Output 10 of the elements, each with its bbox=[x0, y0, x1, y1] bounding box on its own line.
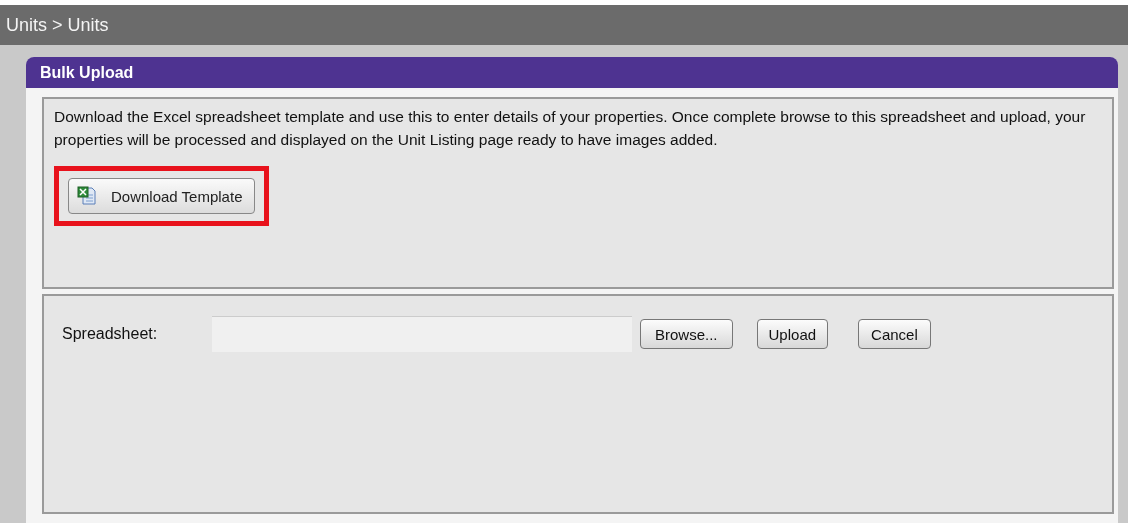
description-text: Download the Excel spreadsheet template and use this to enter details of your properties. Once complete browse to this spreadsheet and upload, your properties will be processed and displayed on the Unit Listing page ready to have images added. bbox=[54, 107, 1087, 150]
spreadsheet-icon bbox=[77, 186, 97, 206]
panel-title: Bulk Upload bbox=[40, 63, 134, 82]
form-button[interactable]: Upload bbox=[756, 319, 829, 349]
form-button[interactable]: Cancel bbox=[858, 319, 931, 349]
form-button[interactable]: Browse... bbox=[640, 319, 733, 349]
spreadsheet-field[interactable] bbox=[212, 316, 632, 352]
spreadsheet-label: Spreadsheet: bbox=[62, 325, 159, 343]
download-template-button[interactable]: Download Template bbox=[68, 178, 256, 214]
breadcrumb: Units > Units bbox=[6, 14, 109, 36]
